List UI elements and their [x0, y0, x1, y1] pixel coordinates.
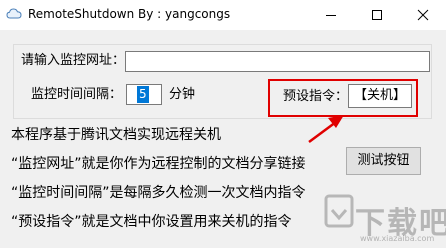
watermark-url: www.xiazaiba.com [360, 234, 435, 243]
app-window: RemoteShutdown By : yangcongs 请输入监控网址： 监… [0, 0, 446, 248]
